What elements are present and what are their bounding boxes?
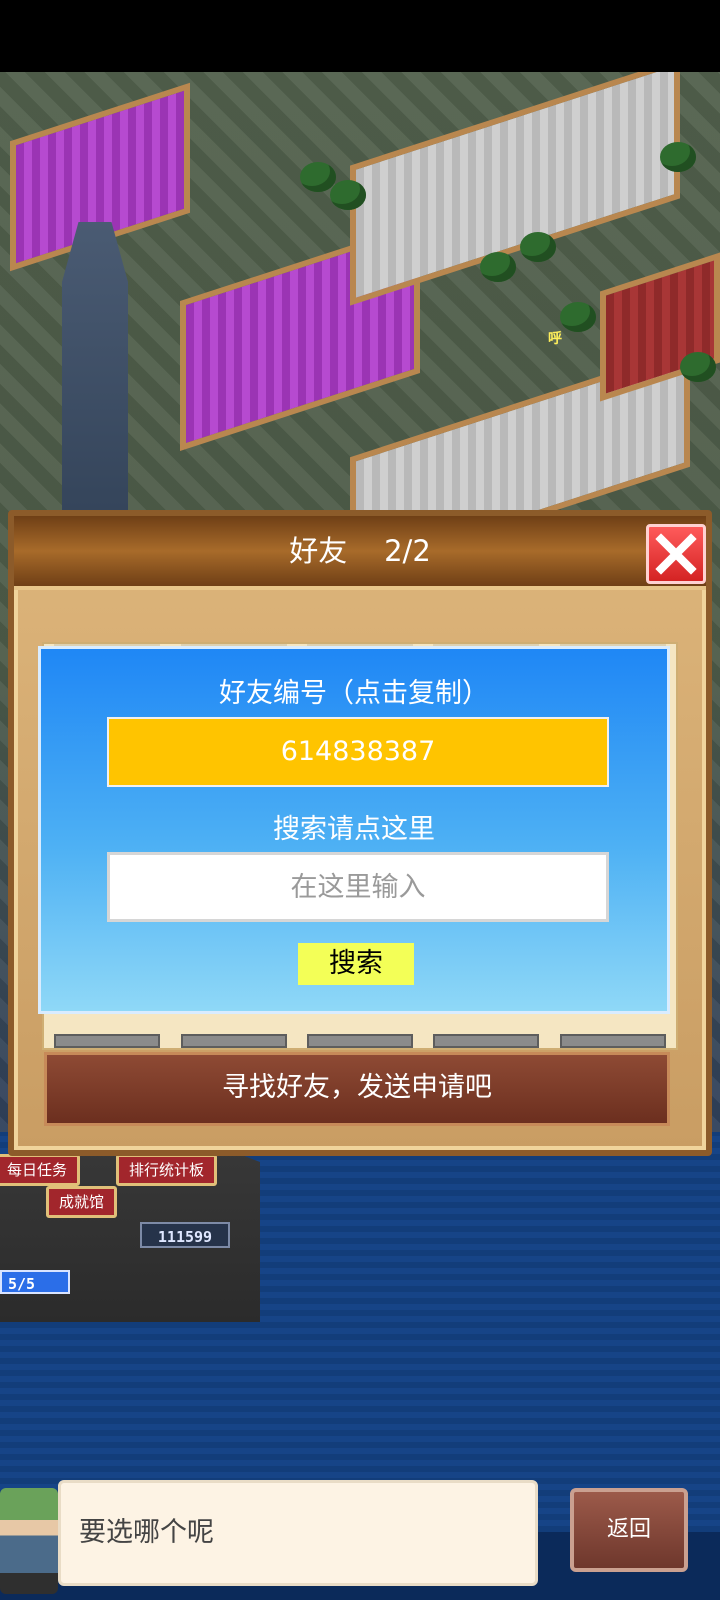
stamina-display: 5/5 xyxy=(0,1270,70,1294)
find-friends-button[interactable]: 寻找好友，发送申请吧 xyxy=(44,1052,670,1126)
close-button[interactable] xyxy=(646,524,706,584)
tree xyxy=(300,162,336,192)
tree xyxy=(520,232,556,262)
search-input[interactable] xyxy=(107,852,609,922)
back-button[interactable]: 返回 xyxy=(570,1488,688,1572)
tree xyxy=(660,142,696,172)
speech-bubble: 要选哪个呢 xyxy=(58,1480,538,1586)
status-bar xyxy=(0,0,720,72)
avatar xyxy=(0,1488,58,1594)
search-button[interactable]: 搜索 xyxy=(298,943,414,985)
achievements-button[interactable]: 成就馆 xyxy=(46,1186,118,1218)
page-strip xyxy=(44,1034,676,1048)
dialog-title: 好友 2/2 xyxy=(14,516,706,586)
daily-task-button[interactable]: 每日任务 xyxy=(0,1154,81,1186)
page-indicator: 2/2 xyxy=(384,534,431,568)
friend-search-panel: 好友编号（点击复制） 614838387 搜索请点这里 搜索 xyxy=(38,646,670,1014)
close-icon xyxy=(655,533,697,575)
score-display: 111599 xyxy=(140,1222,230,1248)
tree xyxy=(560,302,596,332)
dialog-header: 好友 2/2 xyxy=(14,516,706,590)
floating-text: 呼 xyxy=(548,331,562,347)
clock-tower xyxy=(62,222,128,522)
tree xyxy=(480,252,516,282)
tree xyxy=(330,180,366,210)
bottom-bar: 要选哪个呢 返回 xyxy=(0,1478,720,1600)
search-hint-label: 搜索请点这里 xyxy=(273,814,435,845)
friend-id-copy-field[interactable]: 614838387 xyxy=(107,717,609,787)
friend-id-label: 好友编号（点击复制） xyxy=(219,678,489,709)
leaderboard-button[interactable]: 排行统计板 xyxy=(116,1154,218,1186)
dialog-title-text: 好友 xyxy=(289,534,348,568)
tree xyxy=(680,352,716,382)
